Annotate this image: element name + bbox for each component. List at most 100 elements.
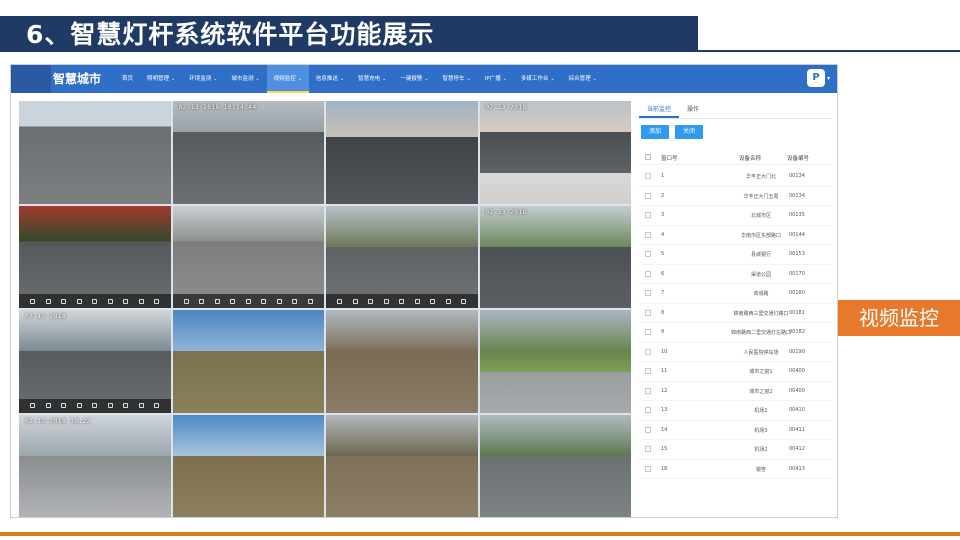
video-toolbar[interactable] (172, 294, 324, 308)
nav-item[interactable]: IP广播 ⌄ (478, 65, 514, 93)
toolbar-control-icon[interactable] (230, 298, 236, 304)
row-checkbox[interactable] (645, 329, 651, 335)
table-row[interactable]: 9 锦南路西二里交通灯左路口 00182 (639, 323, 833, 343)
row-checkbox[interactable] (645, 407, 651, 413)
toolbar-control-icon[interactable] (61, 403, 67, 408)
nav-item[interactable]: 视频监控 ⌄ (266, 65, 309, 93)
nav-item[interactable]: 信息推送 ⌄ (309, 65, 351, 93)
tab-current-monitor[interactable]: 当前监控 (639, 103, 680, 118)
row-checkbox[interactable] (645, 173, 651, 179)
video-feed[interactable] (479, 310, 631, 413)
nav-item[interactable]: 环境监测 ⌄ (182, 65, 224, 93)
toolbar-control-icon[interactable] (337, 298, 343, 304)
row-checkbox[interactable] (645, 426, 651, 433)
nav-item[interactable]: 首页 (115, 65, 140, 93)
row-checkbox[interactable] (645, 309, 651, 316)
video-feed[interactable]: 02-13-2018 (479, 101, 631, 204)
row-checkbox[interactable] (645, 251, 651, 257)
table-row[interactable]: 2 华丰正大门五局 00134 (639, 187, 833, 206)
toolbar-control-icon[interactable] (154, 403, 160, 408)
toolbar-control-icon[interactable] (261, 298, 267, 304)
select-all-checkbox[interactable] (645, 154, 651, 160)
nav-item[interactable]: 智慧停车 ⌄ (436, 65, 478, 93)
table-row[interactable]: 14 机场3 00411 (639, 421, 833, 440)
toolbar-control-icon[interactable] (138, 403, 144, 408)
video-feed[interactable] (326, 310, 478, 413)
toolbar-control-icon[interactable] (245, 298, 251, 304)
close-button[interactable]: 关闭 (675, 125, 703, 139)
video-feed[interactable] (19, 205, 171, 308)
table-row[interactable]: 12 城市之窗2 00400 (639, 382, 833, 401)
table-row[interactable]: 4 华南市区东部路口 00144 (639, 226, 833, 245)
toolbar-control-icon[interactable] (276, 298, 282, 304)
table-row[interactable]: 10 人民医院停车场 00190 (639, 343, 833, 362)
toolbar-control-icon[interactable] (368, 298, 374, 304)
toolbar-control-icon[interactable] (199, 298, 205, 304)
table-row[interactable]: 3 北城市区 00135 (639, 206, 833, 226)
toolbar-control-icon[interactable] (92, 403, 98, 408)
row-checkbox[interactable] (645, 231, 651, 238)
video-feed[interactable] (172, 414, 324, 517)
toolbar-control-icon[interactable] (154, 298, 160, 304)
nav-item[interactable]: 城市监测 ⌄ (224, 65, 266, 93)
nav-item[interactable]: 多媒工作台 ⌄ (514, 65, 562, 93)
video-feed[interactable] (172, 310, 324, 413)
video-feed[interactable]: 02-13-2018 (479, 205, 631, 308)
toolbar-control-icon[interactable] (414, 298, 420, 304)
toolbar-control-icon[interactable] (30, 403, 36, 408)
video-toolbar[interactable] (326, 294, 478, 308)
table-row[interactable]: 15 机场2 00412 (639, 440, 833, 460)
toolbar-control-icon[interactable] (292, 298, 298, 304)
video-feed[interactable]: 02-13-2018 10:24:44 (172, 101, 324, 204)
toolbar-control-icon[interactable] (45, 298, 51, 304)
toolbar-control-icon[interactable] (30, 298, 36, 304)
toolbar-control-icon[interactable] (461, 298, 467, 304)
video-feed[interactable] (479, 414, 631, 517)
video-feed[interactable]: 07-13-2018 (19, 310, 171, 413)
toolbar-control-icon[interactable] (76, 298, 82, 304)
table-row[interactable]: 11 城市之窗1 00400 (639, 362, 833, 382)
video-feed[interactable]: 02-13-2018 10:22 (19, 414, 171, 517)
row-checkbox[interactable] (645, 348, 651, 355)
tab-operation[interactable]: 操作 (679, 103, 707, 118)
toolbar-control-icon[interactable] (352, 298, 358, 304)
row-checkbox[interactable] (645, 368, 651, 374)
nav-item[interactable]: 照明管理 ⌄ (140, 65, 182, 93)
toolbar-control-icon[interactable] (430, 298, 436, 304)
video-feed[interactable] (326, 205, 478, 308)
toolbar-control-icon[interactable] (445, 298, 451, 304)
toolbar-control-icon[interactable] (107, 403, 113, 408)
video-toolbar[interactable] (19, 294, 171, 308)
toolbar-control-icon[interactable] (45, 403, 51, 408)
row-checkbox[interactable] (645, 446, 651, 452)
toolbar-control-icon[interactable] (383, 298, 389, 304)
table-row[interactable]: 16 银杏 00413 (639, 460, 833, 479)
toolbar-control-icon[interactable] (92, 298, 98, 304)
video-feed[interactable] (172, 205, 324, 308)
nav-item[interactable]: 一键报警 ⌄ (393, 65, 435, 93)
video-feed[interactable] (326, 414, 478, 517)
video-feed[interactable] (19, 101, 171, 204)
toolbar-control-icon[interactable] (61, 298, 67, 304)
toolbar-control-icon[interactable] (183, 298, 189, 304)
toolbar-control-icon[interactable] (399, 298, 405, 304)
toolbar-control-icon[interactable] (138, 298, 144, 304)
toolbar-control-icon[interactable] (123, 403, 129, 408)
video-toolbar[interactable] (19, 398, 171, 413)
add-button[interactable]: 添加 (641, 125, 669, 139)
nav-item[interactable]: 综合管理 ⌄ (562, 65, 604, 93)
table-row[interactable]: 13 机场1 00410 (639, 401, 833, 421)
brand-badge-icon[interactable]: P (807, 69, 825, 87)
row-checkbox[interactable] (645, 387, 651, 394)
row-checkbox[interactable] (645, 270, 651, 277)
toolbar-control-icon[interactable] (214, 298, 220, 304)
table-row[interactable]: 5 县城银行 00153 (639, 245, 833, 265)
nav-item[interactable]: 智慧充电 ⌄ (351, 65, 393, 93)
row-checkbox[interactable] (645, 290, 651, 296)
table-row[interactable]: 7 商城路 00180 (639, 284, 833, 304)
row-checkbox[interactable] (645, 212, 651, 218)
toolbar-control-icon[interactable] (307, 298, 313, 304)
toolbar-control-icon[interactable] (76, 403, 82, 408)
video-feed[interactable] (326, 101, 478, 204)
row-checkbox[interactable] (645, 192, 651, 199)
